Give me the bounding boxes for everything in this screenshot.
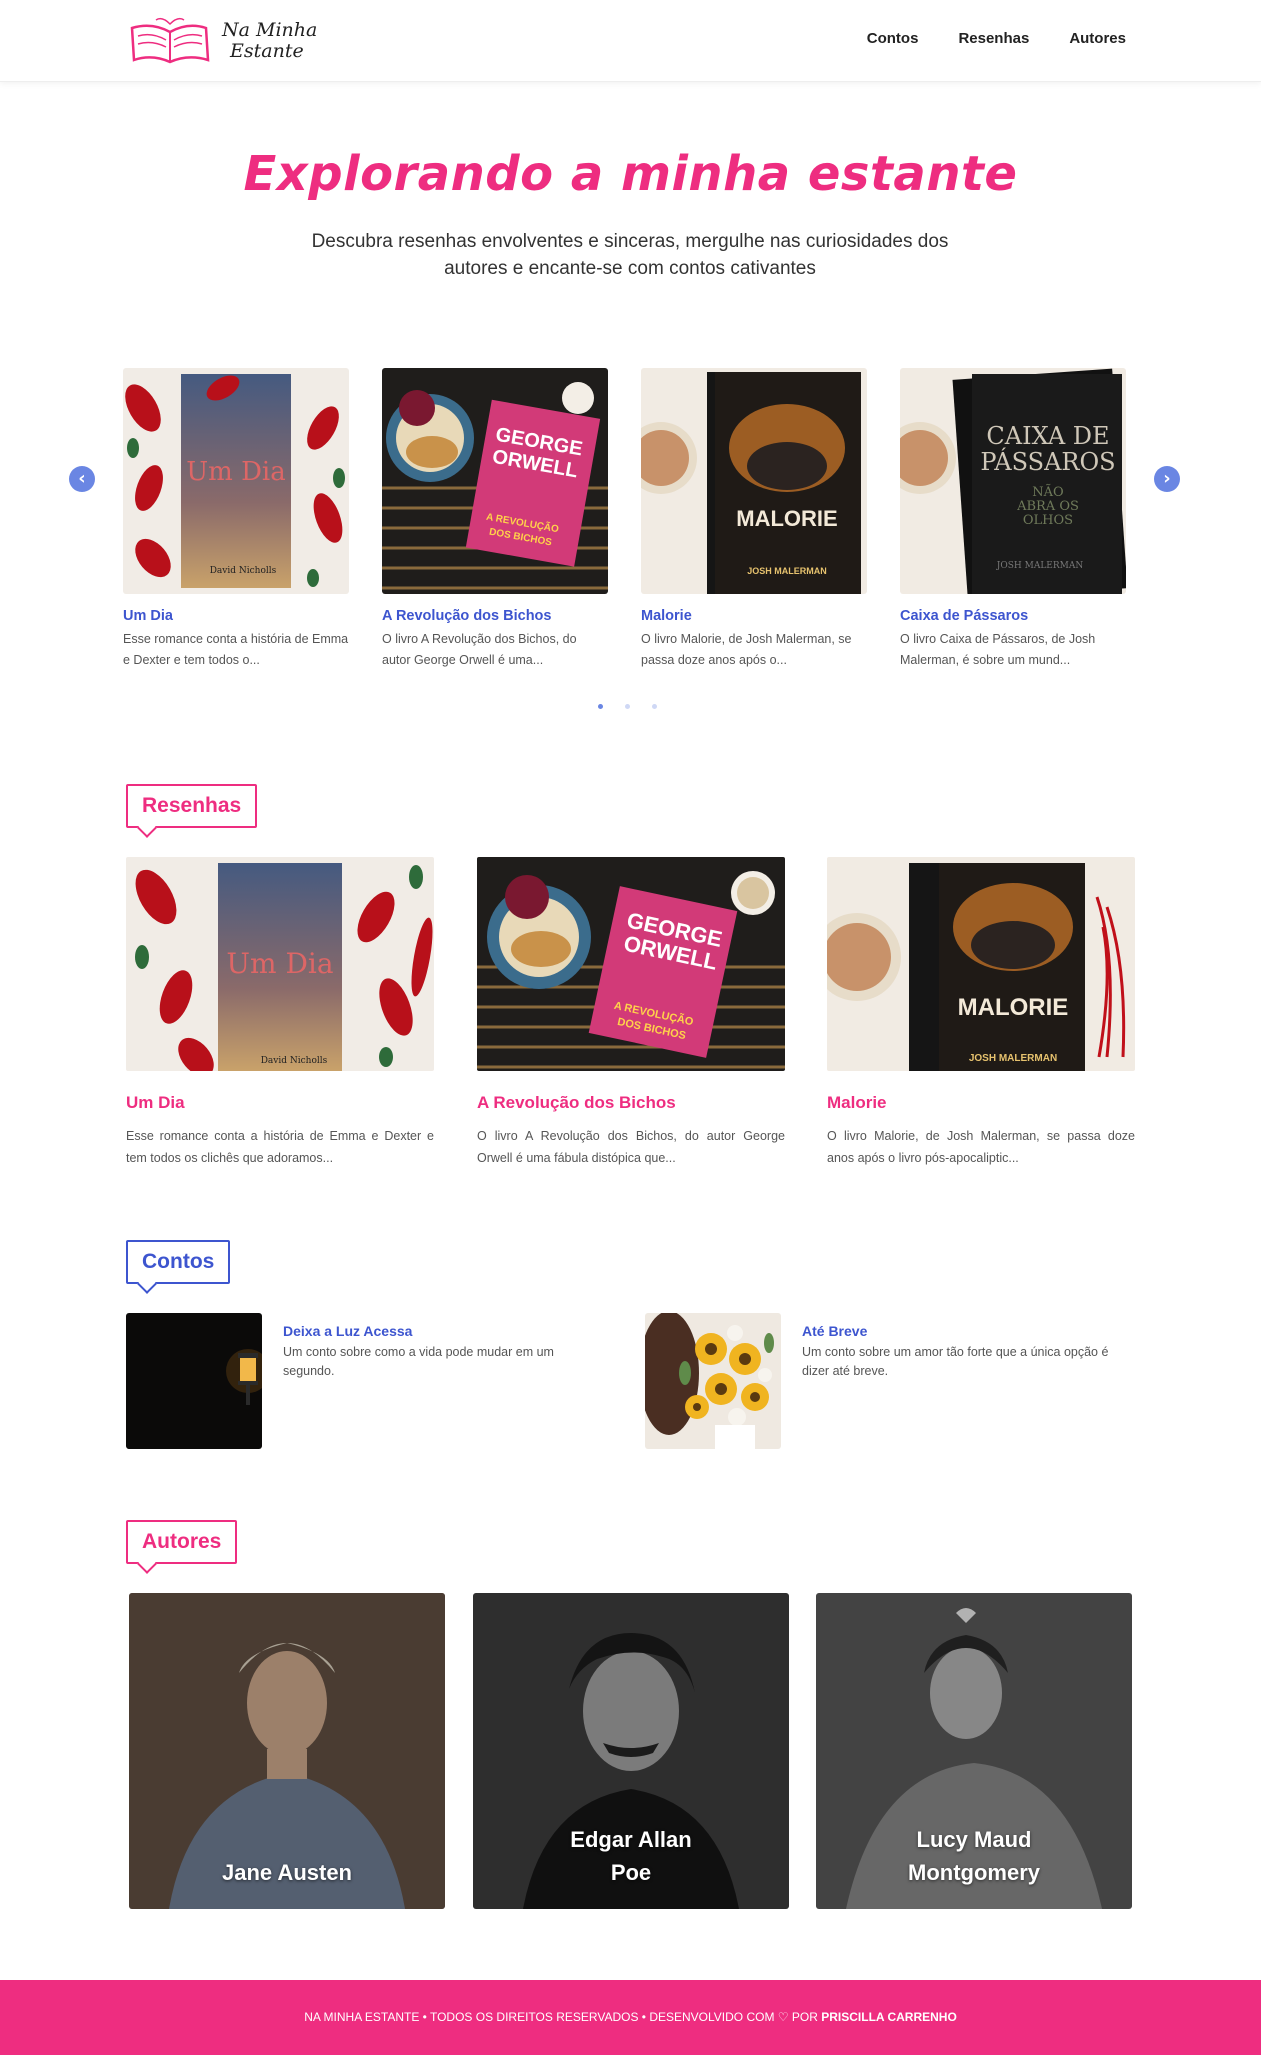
review-image[interactable]: GEORGE ORWELL A REVOLUÇÃO DOS BICHOS (477, 857, 785, 1071)
logo-line1: Na Minha (222, 19, 318, 41)
section-title-resenhas: Resenhas (126, 784, 258, 828)
featured-carousel: ‹ › Um Dia David Nicholls Um Dia Esse ro… (0, 368, 1261, 728)
cover-author-text: JOSH MALERMAN (747, 566, 827, 576)
section-title-contos: Contos (126, 1240, 231, 1284)
story-title[interactable]: Até Breve (802, 1323, 867, 1339)
review-image[interactable]: Um Dia David Nicholls (126, 857, 434, 1071)
carousel-card-desc: O livro Malorie, de Josh Malerman, se pa… (641, 632, 852, 667)
cover-author-text: David Nicholls (261, 1056, 328, 1066)
carousel-card-title[interactable]: Caixa de Pássaros (900, 608, 1126, 624)
author-name: Jane Austen (221, 1860, 352, 1885)
cover-subtitle-text: NÃO (1032, 484, 1063, 500)
cover-title-text: CAIXA DE (986, 422, 1109, 450)
hero-title: Explorando a minha estante (243, 146, 1018, 202)
review-desc: O livro Malorie, de Josh Malerman, se pa… (827, 1129, 1135, 1165)
chevron-left-icon[interactable]: ‹ (69, 466, 95, 492)
navbar: Na Minha Estante Contos Resenhas Autores (0, 0, 1261, 82)
cover-subtitle-text: OLHOS (1023, 513, 1073, 528)
story-card[interactable]: Até Breve Um conto sobre um amor tão for… (645, 1313, 1115, 1449)
book-cover-image[interactable]: CAIXA DE PÁSSAROS NÃO ABRA OS OLHOS JOSH… (900, 368, 1126, 594)
book-cover-image[interactable]: GEORGE ORWELL A REVOLUÇÃO DOS BICHOS (382, 368, 608, 594)
author-card[interactable]: Edgar Allan Poe (473, 1593, 789, 1909)
section-title-autores: Autores (126, 1520, 238, 1564)
review-desc: Esse romance conta a história de Emma e … (126, 1129, 434, 1165)
logo[interactable]: Na Minha Estante (126, 14, 317, 68)
story-desc: Um conto sobre um amor tão forte que a ú… (802, 1345, 1109, 1378)
nav-autores[interactable]: Autores (1069, 30, 1126, 47)
logo-text: Na Minha Estante (222, 20, 317, 62)
chevron-right-icon[interactable]: › (1154, 466, 1180, 492)
review-card[interactable]: Um Dia David Nicholls Um Dia Esse romanc… (126, 857, 434, 1169)
story-card[interactable]: Deixa a Luz Acessa Um conto sobre como a… (126, 1313, 596, 1449)
cover-title-text: MALORIE (736, 506, 837, 531)
review-title[interactable]: A Revolução dos Bichos (477, 1093, 785, 1113)
book-cover-image[interactable]: Um Dia David Nicholls (123, 368, 349, 594)
carousel-card-desc: O livro Caixa de Pássaros, de Josh Maler… (900, 632, 1096, 667)
author-name: Edgar Allan Poe (570, 1827, 692, 1885)
footer-text: NA MINHA ESTANTE • TODOS OS DIREITOS RES… (304, 2010, 818, 2024)
carousel-dot[interactable] (652, 704, 657, 709)
carousel-card-title[interactable]: Um Dia (123, 608, 349, 624)
carousel-card-title[interactable]: A Revolução dos Bichos (382, 608, 608, 624)
author-card[interactable]: Lucy Maud Montgomery (816, 1593, 1132, 1909)
hero-subtitle: Descubra resenhas envolventes e sinceras… (311, 231, 949, 279)
review-card[interactable]: GEORGE ORWELL A REVOLUÇÃO DOS BICHOS A R… (477, 857, 785, 1169)
carousel-dot[interactable] (598, 704, 603, 709)
carousel-card[interactable]: Um Dia David Nicholls Um Dia Esse romanc… (123, 368, 349, 671)
cover-title-text: PÁSSAROS (980, 447, 1115, 476)
story-title[interactable]: Deixa a Luz Acessa (283, 1323, 412, 1339)
carousel-pagination (598, 704, 657, 709)
carousel-card[interactable]: CAIXA DE PÁSSAROS NÃO ABRA OS OLHOS JOSH… (900, 368, 1126, 671)
carousel-card-desc: O livro A Revolução dos Bichos, do autor… (382, 632, 577, 667)
author-name: Lucy Maud Montgomery (908, 1827, 1040, 1885)
story-desc: Um conto sobre como a vida pode mudar em… (283, 1345, 554, 1378)
cover-author-text: David Nicholls (210, 566, 277, 576)
book-logo-icon (130, 17, 210, 64)
cover-title-text: Um Dia (226, 947, 333, 980)
main-nav: Contos Resenhas Autores (867, 30, 1126, 47)
cover-title-text: MALORIE (958, 994, 1069, 1021)
carousel-card[interactable]: GEORGE ORWELL A REVOLUÇÃO DOS BICHOS A R… (382, 368, 608, 671)
book-cover-image[interactable]: MALORIE JOSH MALERMAN (641, 368, 867, 594)
carousel-card-title[interactable]: Malorie (641, 608, 867, 624)
author-card[interactable]: Jane Austen (129, 1593, 445, 1909)
cover-subtitle-text: ABRA OS (1016, 499, 1079, 514)
story-image[interactable] (645, 1313, 781, 1449)
review-desc: O livro A Revolução dos Bichos, do autor… (477, 1129, 785, 1165)
review-title[interactable]: Malorie (827, 1093, 1135, 1113)
story-image[interactable] (126, 1313, 262, 1449)
nav-contos[interactable]: Contos (867, 30, 919, 47)
cover-author-text: JOSH MALERMAN (996, 561, 1084, 571)
cover-title-text: Um Dia (186, 457, 286, 487)
carousel-card-desc: Esse romance conta a história de Emma e … (123, 632, 349, 667)
footer-author-link[interactable]: PRISCILLA CARRENHO (821, 2010, 957, 2024)
nav-resenhas[interactable]: Resenhas (958, 30, 1029, 47)
review-card[interactable]: MALORIE JOSH MALERMAN Malorie O livro Ma… (827, 857, 1135, 1169)
review-title[interactable]: Um Dia (126, 1093, 434, 1113)
review-image[interactable]: MALORIE JOSH MALERMAN (827, 857, 1135, 1071)
cover-author-text: JOSH MALERMAN (969, 1053, 1057, 1064)
carousel-dot[interactable] (625, 704, 630, 709)
logo-line2: Estante (230, 40, 304, 62)
footer: NA MINHA ESTANTE • TODOS OS DIREITOS RES… (0, 1980, 1261, 2055)
carousel-card[interactable]: MALORIE JOSH MALERMAN Malorie O livro Ma… (641, 368, 867, 671)
